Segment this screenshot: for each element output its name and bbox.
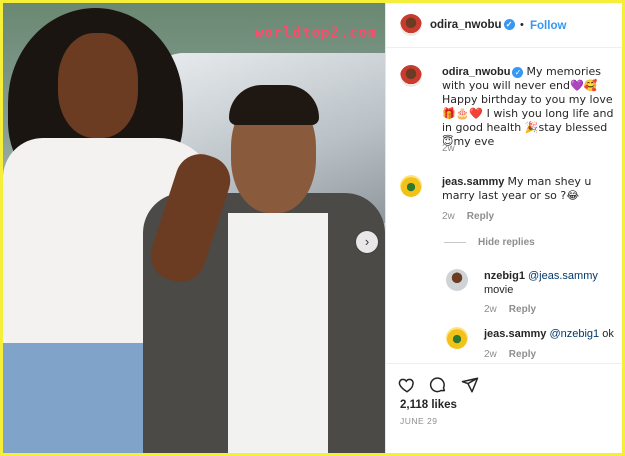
reply-time: 2w (484, 304, 497, 315)
likes-count[interactable]: 2,118 likes (400, 399, 457, 411)
watermark: worldtop2.com (255, 25, 378, 41)
woman-jeans (3, 343, 143, 453)
hide-replies-line (444, 242, 466, 243)
reply-meta: 2w Reply (484, 304, 536, 315)
reply-avatar[interactable] (446, 269, 468, 291)
comment-meta: 2w Reply (442, 211, 494, 222)
author-username[interactable]: odira_nwobu ✓ (430, 19, 515, 31)
separator-dot: • (520, 19, 524, 31)
verified-icon: ✓ (512, 66, 524, 78)
follow-button[interactable]: Follow (530, 20, 566, 32)
caption-avatar[interactable] (400, 65, 422, 87)
man-hair (229, 85, 319, 125)
reply-text: movie (484, 284, 514, 296)
reply-username[interactable]: nzebig1 (484, 270, 525, 282)
woman-face (58, 33, 138, 138)
reply-comment: nzebig1 @jeas.sammy movie (484, 269, 620, 297)
post-header: odira_nwobu ✓ • Follow (386, 3, 622, 48)
action-icons (398, 376, 488, 394)
instagram-post: worldtop2.com › odira_nwobu ✓ • Follow od… (3, 3, 622, 453)
comment: jeas.sammy My man shey u marry last year… (442, 175, 618, 203)
share-icon[interactable] (461, 376, 479, 394)
reply-mention[interactable]: @nzebig1 (549, 328, 599, 340)
verified-icon: ✓ (503, 19, 515, 31)
post-actions: 2,118 likes JUNE 29 (386, 363, 622, 453)
reply-avatar[interactable] (446, 327, 468, 349)
next-photo-button[interactable]: › (356, 231, 378, 253)
reply-text: ok (602, 328, 614, 340)
reply-button[interactable]: Reply (509, 304, 536, 315)
heart-icon[interactable] (398, 376, 416, 394)
reply-mention[interactable]: @jeas.sammy (528, 270, 598, 282)
reply-username[interactable]: jeas.sammy (484, 328, 546, 340)
hide-replies-button[interactable]: Hide replies (478, 237, 535, 248)
reply-meta: 2w Reply (484, 349, 536, 360)
post-date: JUNE 29 (400, 416, 438, 426)
author-avatar[interactable] (400, 14, 422, 36)
comment-icon[interactable] (429, 376, 447, 394)
post-side-panel: odira_nwobu ✓ • Follow odira_nwobu ✓ My me… (385, 3, 622, 453)
comment-avatar[interactable] (400, 175, 422, 197)
man-shirt (228, 213, 328, 453)
reply-button[interactable]: Reply (509, 349, 536, 360)
comment-username[interactable]: jeas.sammy (442, 176, 504, 188)
caption-username[interactable]: odira_nwobu (442, 66, 510, 78)
post-caption: odira_nwobu ✓ My memories with you will n… (442, 65, 620, 149)
caption-time: 2w (442, 143, 455, 154)
reply-time: 2w (484, 349, 497, 360)
post-photo[interactable]: worldtop2.com › (3, 3, 385, 453)
author-username-text[interactable]: odira_nwobu (430, 19, 502, 31)
reply-comment: jeas.sammy @nzebig1 ok (484, 327, 620, 341)
reply-button[interactable]: Reply (467, 211, 494, 222)
comment-time: 2w (442, 211, 455, 222)
